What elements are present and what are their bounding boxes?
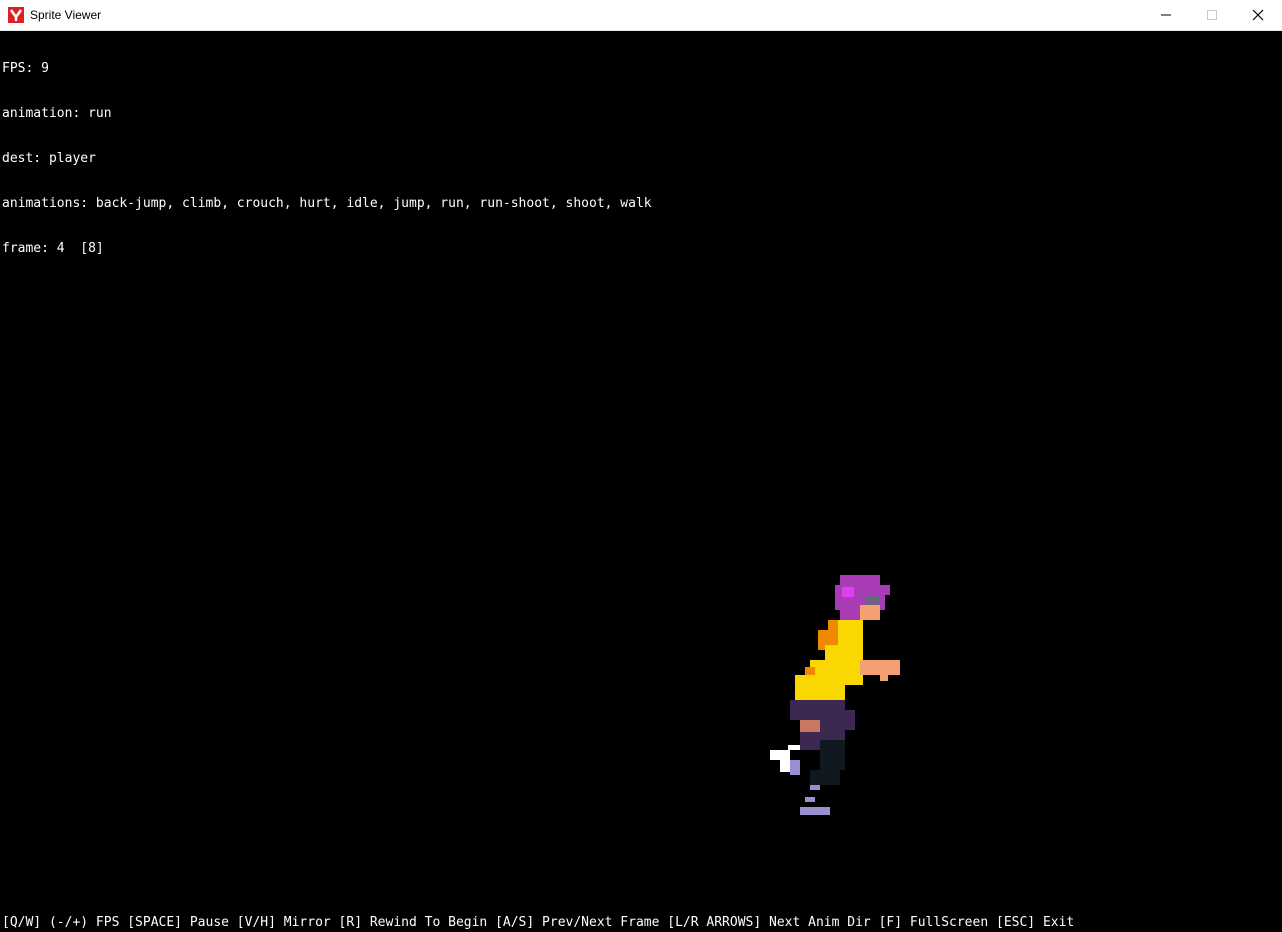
app-icon	[8, 7, 24, 23]
close-button[interactable]	[1235, 0, 1281, 30]
animations-list: animations: back-jump, climb, crouch, hu…	[2, 196, 652, 211]
player-sprite	[770, 575, 900, 815]
title-bar[interactable]: Sprite Viewer	[0, 0, 1282, 31]
info-panel: FPS: 9 animation: run dest: player anima…	[2, 31, 652, 286]
close-icon	[1252, 9, 1264, 21]
minimize-button[interactable]	[1143, 0, 1189, 30]
window-title: Sprite Viewer	[30, 8, 102, 22]
controls-help: [Q/W] (-/+) FPS [SPACE] Pause [V/H] Mirr…	[2, 915, 1075, 930]
animation-label: animation: run	[2, 106, 112, 121]
frame-label: frame: 4 [8]	[2, 241, 104, 256]
fps-label: FPS: 9	[2, 61, 49, 76]
maximize-button[interactable]	[1189, 0, 1235, 30]
sprite-canvas[interactable]: FPS: 9 animation: run dest: player anima…	[0, 31, 1282, 932]
minimize-icon	[1161, 14, 1171, 16]
maximize-icon	[1207, 10, 1217, 20]
dest-label: dest: player	[2, 151, 96, 166]
